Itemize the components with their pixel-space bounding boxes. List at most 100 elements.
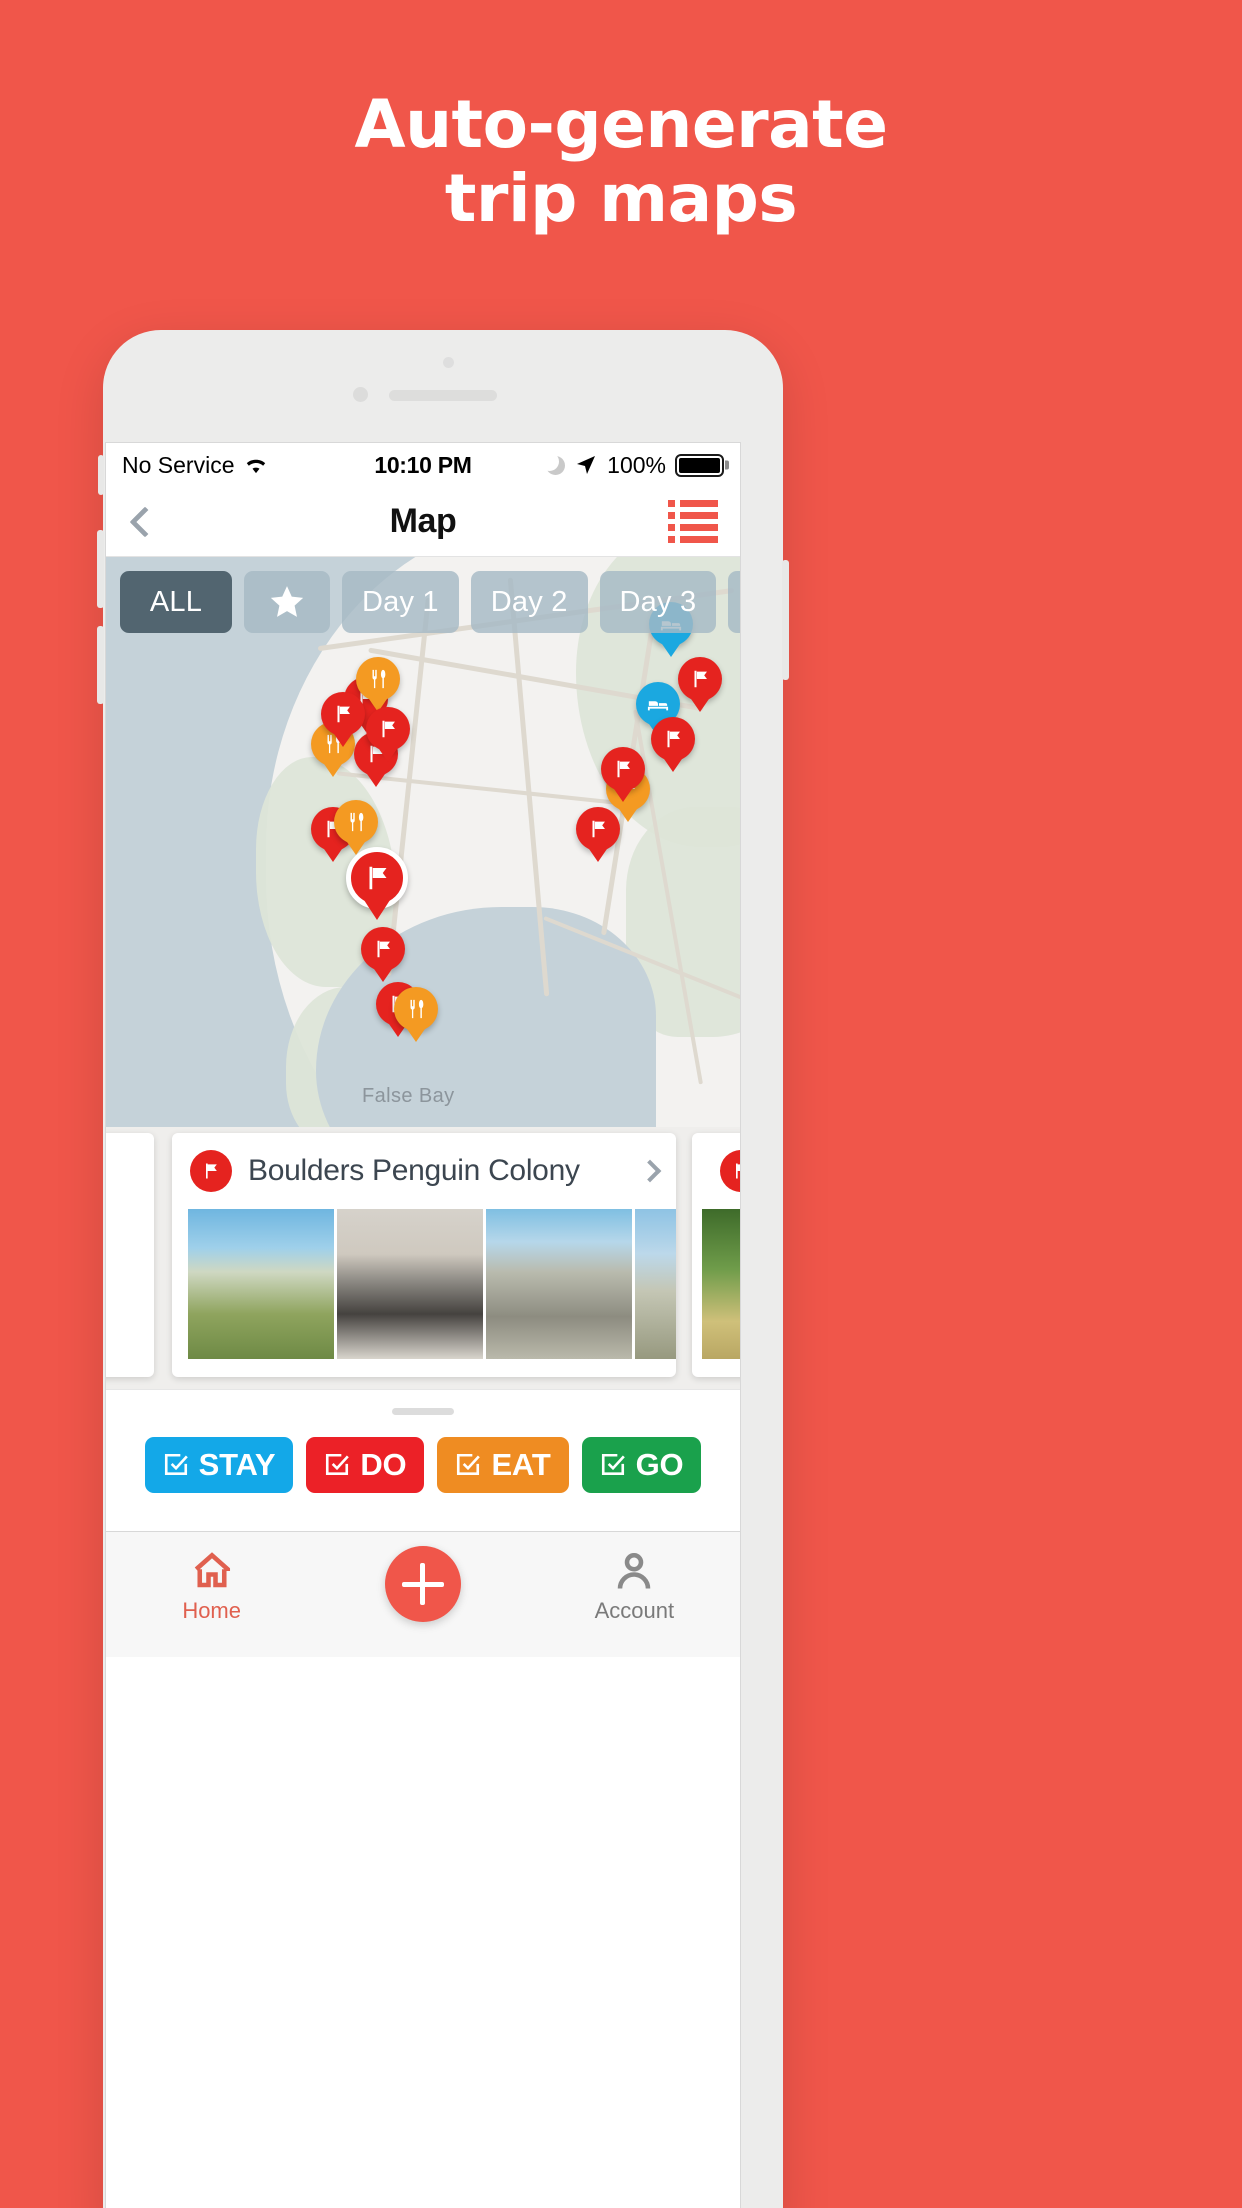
next-card-header — [692, 1133, 740, 1209]
map-pin-do[interactable] — [651, 717, 695, 761]
list-view-icon[interactable] — [668, 500, 718, 543]
thumbnail-image — [702, 1209, 740, 1359]
category-button-label: GO — [635, 1447, 684, 1482]
status-bar-left: No Service — [122, 452, 269, 479]
filter-chip-day[interactable]: Day — [728, 571, 740, 633]
filter-chip-all[interactable]: ALL — [120, 571, 232, 633]
category-button-label: EAT — [491, 1447, 551, 1482]
place-title: Boulders Penguin Colony — [248, 1154, 580, 1187]
status-bar-right: 100% — [540, 451, 724, 479]
tab-home-label: Home — [182, 1598, 241, 1623]
checkbox-icon — [326, 1453, 350, 1475]
map-pin-do[interactable] — [678, 657, 722, 701]
map-pin-eat[interactable] — [356, 657, 400, 701]
filter-chip-day-2[interactable]: Day 2 — [470, 571, 588, 633]
phone-volume-up-button — [97, 530, 104, 608]
battery-full-icon — [675, 453, 724, 477]
cutlery-icon — [410, 999, 424, 1019]
place-photo-strip[interactable] — [172, 1209, 676, 1377]
home-icon — [194, 1552, 230, 1588]
map-view[interactable]: False Bay ALL Day 1 Day 2 Day 3 Day — [106, 557, 740, 1127]
previous-card-thumbnails — [106, 1209, 154, 1377]
filter-chip-label: ALL — [149, 585, 203, 618]
flag-icon — [377, 940, 390, 958]
person-icon — [618, 1552, 651, 1589]
phone-mockup: No Service 10:10 PM 100% Map False Bay A… — [97, 330, 789, 2208]
flag-icon — [694, 670, 707, 688]
phone-front-camera — [353, 387, 368, 402]
map-pin-do[interactable] — [576, 807, 620, 851]
checkbox-icon — [457, 1453, 481, 1475]
category-button-go[interactable]: GO — [581, 1437, 702, 1493]
place-card-carousel[interactable]: Boulders Penguin Colony — [106, 1127, 740, 1389]
phone-screen: No Service 10:10 PM 100% Map False Bay A… — [105, 442, 741, 2208]
phone-mute-switch — [98, 455, 104, 495]
category-button-eat[interactable]: EAT — [437, 1437, 569, 1493]
category-button-do[interactable]: DO — [306, 1437, 425, 1493]
carrier-label: No Service — [122, 451, 235, 478]
checkbox-icon — [601, 1453, 625, 1475]
category-button-label: DO — [360, 1447, 407, 1482]
promo-headline: Auto-generate trip maps — [0, 88, 1242, 236]
flag-icon — [617, 760, 630, 778]
carousel-previous-card[interactable] — [106, 1133, 154, 1377]
carousel-next-card[interactable] — [692, 1133, 740, 1377]
flag-icon — [667, 730, 680, 748]
flag-pin-icon — [190, 1150, 232, 1192]
headline-line-1: Auto-generate — [354, 86, 888, 163]
flag-icon — [369, 866, 387, 890]
thumbnail-image[interactable] — [188, 1209, 334, 1359]
flag-icon — [382, 720, 395, 738]
map-pin-do[interactable] — [346, 847, 408, 909]
filter-chip-day-1[interactable]: Day 1 — [342, 571, 459, 633]
thumbnail-image[interactable] — [635, 1209, 676, 1359]
map-pin-do[interactable] — [366, 707, 410, 751]
tab-home[interactable]: Home — [106, 1550, 317, 1624]
flag-icon — [337, 705, 350, 723]
map-pin-do[interactable] — [361, 927, 405, 971]
map-pin-do[interactable] — [601, 747, 645, 791]
filter-chip-label: Day 1 — [362, 585, 439, 618]
bed-icon — [647, 701, 669, 711]
add-trip-button[interactable] — [384, 1546, 461, 1622]
add-button-wrapper — [317, 1546, 528, 1622]
page-title: Map — [389, 502, 457, 540]
thumbnail-image[interactable] — [337, 1209, 483, 1359]
checkbox-icon — [164, 1453, 188, 1475]
do-not-disturb-moon-icon — [540, 451, 566, 475]
filter-chip-day-3[interactable]: Day 3 — [599, 571, 717, 633]
wifi-icon — [247, 459, 266, 474]
filter-chip-label: Day 3 — [619, 585, 697, 618]
previous-card-header — [106, 1133, 154, 1209]
filter-chip-label: Day 2 — [490, 585, 568, 618]
flag-pin-icon — [720, 1150, 740, 1192]
next-card-thumbnails — [692, 1209, 740, 1377]
star-icon — [270, 586, 304, 617]
selected-place-card[interactable]: Boulders Penguin Colony — [172, 1133, 676, 1377]
bottom-tab-bar[interactable]: Home Account — [106, 1531, 740, 1657]
flag-icon — [592, 820, 605, 838]
selected-card-header: Boulders Penguin Colony — [172, 1133, 676, 1209]
tab-account-label: Account — [594, 1598, 675, 1623]
category-button-stay[interactable]: STAY — [144, 1437, 294, 1493]
cutlery-icon — [350, 812, 364, 832]
category-buttons[interactable]: STAY DO EAT GO — [106, 1437, 740, 1493]
map-bay-label: False Bay — [362, 1085, 455, 1107]
thumbnail-image[interactable] — [486, 1209, 632, 1359]
phone-volume-down-button — [97, 626, 104, 704]
phone-sensor — [443, 357, 454, 368]
navigation-bar: Map — [106, 487, 740, 557]
status-bar: No Service 10:10 PM 100% — [106, 443, 740, 487]
filter-chip-favorites[interactable] — [244, 571, 330, 633]
phone-speaker — [389, 390, 497, 401]
map-pin-do[interactable] — [321, 692, 365, 736]
tab-account[interactable]: Account — [529, 1550, 740, 1624]
day-filter-chips[interactable]: ALL Day 1 Day 2 Day 3 Day — [120, 571, 740, 633]
drag-handle[interactable] — [392, 1408, 454, 1415]
category-button-label: STAY — [198, 1447, 276, 1482]
headline-line-2: trip maps — [444, 159, 798, 237]
chevron-right-icon[interactable] — [638, 1159, 662, 1183]
map-pin-eat[interactable] — [394, 987, 438, 1031]
cutlery-icon — [372, 669, 386, 689]
map-pin-eat[interactable] — [334, 800, 378, 844]
